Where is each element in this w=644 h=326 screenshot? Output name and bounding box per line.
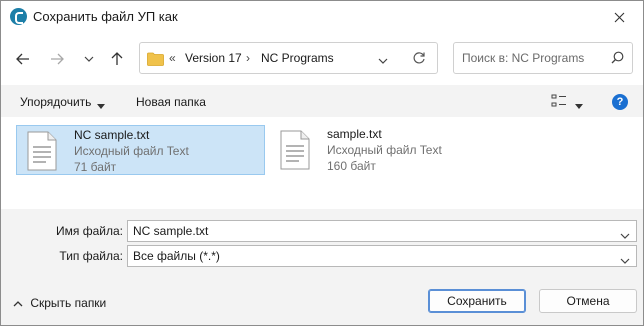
new-folder-button[interactable]: Новая папка — [136, 95, 206, 109]
chevron-up-icon — [13, 301, 23, 307]
file-item-nc-sample[interactable]: NC sample.txt Исходный файл Text 71 байт — [16, 125, 265, 175]
save-dialog: Сохранить файл УП как « Version 17 › NC … — [0, 0, 644, 326]
window-title: Сохранить файл УП как — [33, 9, 178, 24]
file-name: NC sample.txt — [74, 128, 150, 142]
search-icon — [611, 51, 624, 67]
file-size: 160 байт — [327, 159, 376, 173]
app-icon — [10, 8, 27, 25]
search-placeholder: Поиск в: NC Programs — [462, 51, 585, 65]
view-options-icon[interactable] — [551, 94, 567, 111]
up-button[interactable] — [105, 47, 129, 71]
file-item-sample[interactable]: sample.txt Исходный файл Text 160 байт — [270, 125, 519, 175]
organize-button[interactable]: Упорядочить — [20, 95, 91, 109]
file-list: NC sample.txt Исходный файл Text 71 байт… — [1, 117, 643, 209]
filename-value: NC sample.txt — [133, 224, 209, 238]
filetype-label: Тип файла: — [59, 249, 123, 263]
chevron-down-icon[interactable] — [620, 228, 630, 242]
address-bar[interactable]: « Version 17 › NC Programs — [139, 42, 438, 74]
save-button[interactable]: Сохранить — [428, 289, 526, 313]
file-type: Исходный файл Text — [74, 144, 189, 158]
close-icon — [614, 12, 624, 22]
navigation-bar: « Version 17 › NC Programs Поиск в: NC P… — [1, 33, 643, 85]
breadcrumb-overflow[interactable]: « — [169, 51, 176, 65]
file-type: Исходный файл Text — [327, 143, 442, 157]
cancel-button[interactable]: Отмена — [539, 289, 637, 313]
back-button[interactable] — [11, 47, 35, 71]
file-size: 71 байт — [74, 160, 117, 174]
recent-locations-chevron-icon — [84, 56, 94, 62]
chevron-down-icon[interactable] — [620, 253, 630, 267]
breadcrumb-item-nc-programs[interactable]: NC Programs — [261, 51, 334, 65]
dialog-footer: Скрыть папки Сохранить Отмена — [1, 269, 643, 325]
folder-icon — [147, 52, 164, 69]
close-button[interactable] — [601, 5, 637, 29]
refresh-button[interactable] — [412, 51, 426, 68]
view-options-dropdown-icon[interactable] — [575, 98, 583, 112]
text-file-icon — [279, 130, 311, 173]
command-toolbar: Упорядочить Новая папка ? — [1, 85, 643, 117]
back-arrow-icon — [16, 53, 29, 65]
address-dropdown-button[interactable] — [378, 53, 388, 67]
text-file-icon — [26, 131, 58, 174]
breadcrumb-separator[interactable]: › — [246, 51, 250, 65]
breadcrumb-item-version-17[interactable]: Version 17 — [185, 51, 242, 65]
file-name: sample.txt — [327, 127, 382, 141]
forward-arrow-icon — [51, 53, 64, 65]
organize-dropdown-icon[interactable] — [97, 98, 105, 112]
hide-folders-toggle[interactable]: Скрыть папки — [13, 296, 106, 310]
save-fields: Имя файла: NC sample.txt Тип файла: Все … — [1, 209, 643, 269]
title-bar: Сохранить файл УП как — [1, 1, 643, 33]
filename-label: Имя файла: — [56, 224, 123, 238]
up-arrow-icon — [111, 52, 123, 65]
forward-button[interactable] — [45, 47, 69, 71]
recent-locations-button[interactable] — [77, 47, 101, 71]
hide-folders-label: Скрыть папки — [30, 296, 107, 310]
help-icon[interactable]: ? — [612, 94, 628, 110]
filetype-select[interactable]: Все файлы (*.*) — [127, 245, 637, 267]
refresh-icon — [413, 52, 425, 64]
filename-input[interactable]: NC sample.txt — [127, 220, 637, 242]
search-input[interactable]: Поиск в: NC Programs — [453, 42, 633, 74]
filetype-value: Все файлы (*.*) — [133, 249, 220, 263]
dropdown-chevron-icon — [378, 58, 388, 64]
